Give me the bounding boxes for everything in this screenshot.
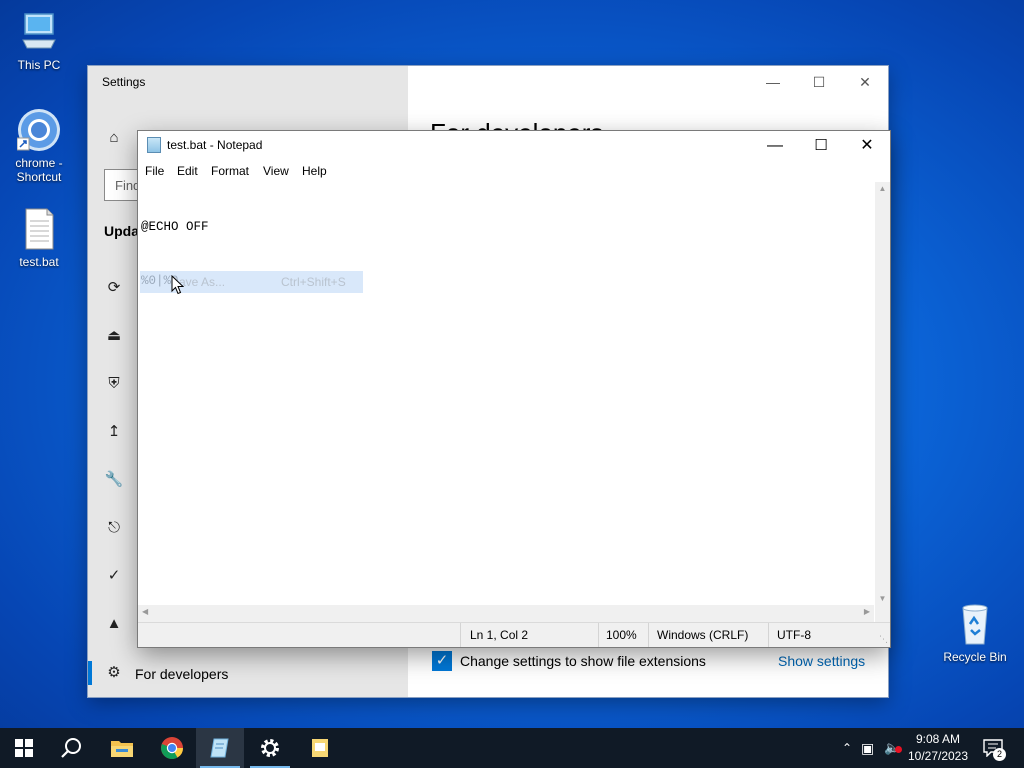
taskbar: ⌃ ▣ 🔈 9:08 AM 10/27/2023 2	[0, 728, 1024, 768]
sidebar-selected-indicator	[88, 661, 92, 685]
chrome-icon	[16, 108, 61, 152]
computer-icon	[17, 10, 61, 54]
notepad-close-button[interactable]: ✕	[844, 131, 890, 160]
taskbar-chrome[interactable]	[148, 728, 196, 768]
wrench-icon[interactable]: 🔧	[104, 470, 124, 490]
batch-file-icon	[17, 207, 61, 251]
recovery-icon[interactable]: ⎋	[104, 518, 124, 538]
notepad-text-area[interactable]: @ECHO OFF %0|%0	[138, 182, 874, 605]
settings-title: Settings	[102, 75, 146, 89]
desktop-icon-test-bat[interactable]: test.bat	[3, 207, 75, 269]
clock[interactable]: 9:08 AM 10/27/2023	[906, 728, 970, 768]
scroll-down-arrow-icon[interactable]: ▼	[875, 594, 890, 603]
sync-icon[interactable]: ⟳	[104, 278, 124, 298]
activation-check-icon[interactable]: ✓	[104, 566, 124, 586]
status-divider	[768, 623, 769, 647]
mouse-cursor-icon	[171, 274, 185, 298]
volume-muted-icon[interactable]: 🔈	[884, 728, 906, 768]
taskbar-notepad[interactable]	[196, 728, 244, 768]
menu-file[interactable]: File	[145, 164, 164, 178]
notepad-menubar: File Edit Format View Help	[138, 161, 890, 181]
scroll-up-arrow-icon[interactable]: ▲	[875, 184, 890, 193]
taskbar-file-explorer[interactable]	[98, 728, 146, 768]
taskbar-sticky-app[interactable]	[296, 728, 344, 768]
clock-date: 10/27/2023	[907, 749, 969, 763]
find-device-icon[interactable]: ▲	[104, 614, 124, 634]
status-encoding: UTF-8	[777, 628, 811, 642]
settings-section-heading: Upda	[104, 223, 139, 239]
delivery-icon[interactable]: ⏏	[104, 326, 124, 346]
folder-icon	[111, 741, 133, 757]
desktop-icon-label: This PC	[17, 58, 61, 72]
search-placeholder: Find	[115, 178, 141, 193]
search-button[interactable]	[48, 728, 96, 768]
status-divider	[648, 623, 649, 647]
desktop-icon-label: Recycle Bin	[943, 650, 1007, 664]
notes-folder-icon	[312, 739, 328, 757]
status-zoom: 100%	[606, 628, 637, 642]
taskbar-settings[interactable]	[246, 728, 294, 768]
chrome-icon	[161, 737, 183, 759]
desktop-icon-label: test.bat	[19, 255, 59, 269]
menu-help[interactable]: Help	[302, 164, 327, 178]
shield-icon[interactable]: ⛨	[104, 374, 124, 394]
desktop-icon-label: chrome - Shortcut	[15, 156, 63, 184]
network-icon[interactable]: ▣	[861, 728, 881, 768]
notepad-titlebar[interactable]: test.bat - Notepad — ☐ ✕	[138, 131, 890, 160]
notepad-icon	[147, 137, 161, 153]
ghost-item-shortcut: Ctrl+Shift+S	[281, 275, 346, 289]
settings-maximize-button[interactable]: ☐	[796, 70, 842, 94]
file-extensions-checkbox[interactable]: ✓	[432, 651, 452, 671]
status-cursor-position: Ln 1, Col 2	[470, 628, 529, 642]
file-extensions-label: Change settings to show file extensions	[460, 653, 706, 669]
home-icon[interactable]: ⌂	[104, 128, 124, 148]
settings-close-button[interactable]: ✕	[842, 70, 888, 94]
notepad-title: test.bat - Notepad	[167, 138, 263, 152]
status-divider	[598, 623, 599, 647]
start-button[interactable]	[0, 728, 48, 768]
resize-grip-icon[interactable]: ⋱	[879, 634, 888, 645]
windows-logo-icon	[15, 739, 33, 757]
volume-muted-badge-icon	[895, 746, 902, 753]
show-hidden-icons-button[interactable]: ⌃	[838, 728, 856, 768]
notification-count-badge: 2	[993, 748, 1006, 761]
search-icon	[61, 738, 81, 758]
notepad-statusbar: Ln 1, Col 2 100% Windows (CRLF) UTF-8 ⋱	[138, 622, 890, 647]
scroll-right-arrow-icon[interactable]: ▶	[864, 607, 870, 616]
upload-icon[interactable]: ↥	[104, 422, 124, 442]
menu-view[interactable]: View	[263, 164, 289, 178]
status-divider	[460, 623, 461, 647]
clock-time: 9:08 AM	[915, 732, 961, 746]
recycle-bin-icon	[953, 602, 997, 646]
desktop-icon-this-pc[interactable]: This PC	[3, 10, 75, 72]
action-center-button[interactable]: 2	[980, 728, 1010, 768]
notepad-minimize-button[interactable]: —	[752, 131, 798, 160]
settings-minimize-button[interactable]: —	[750, 70, 796, 94]
menu-format[interactable]: Format	[211, 164, 249, 178]
gear-icon	[261, 739, 279, 757]
sidebar-item-for-developers[interactable]: For developers	[135, 666, 228, 682]
menu-edit[interactable]: Edit	[177, 164, 198, 178]
status-line-endings: Windows (CRLF)	[657, 628, 749, 642]
notepad-window: test.bat - Notepad — ☐ ✕ File Edit Forma…	[138, 131, 890, 647]
notepad-icon	[210, 738, 229, 758]
scroll-left-arrow-icon[interactable]: ◀	[142, 607, 148, 616]
developer-tools-icon[interactable]: ⚙	[104, 663, 124, 683]
notepad-maximize-button[interactable]: ☐	[798, 131, 844, 160]
desktop-icon-recycle-bin[interactable]: Recycle Bin	[939, 602, 1011, 664]
desktop-icon-chrome-shortcut[interactable]: chrome - Shortcut	[3, 108, 75, 184]
scrollbar-corner	[875, 605, 890, 622]
vertical-scrollbar[interactable]: ▲ ▼	[875, 182, 890, 605]
text-line: @ECHO OFF	[141, 220, 209, 234]
horizontal-scrollbar[interactable]: ◀ ▶	[138, 605, 874, 622]
show-settings-link[interactable]: Show settings	[778, 653, 865, 669]
